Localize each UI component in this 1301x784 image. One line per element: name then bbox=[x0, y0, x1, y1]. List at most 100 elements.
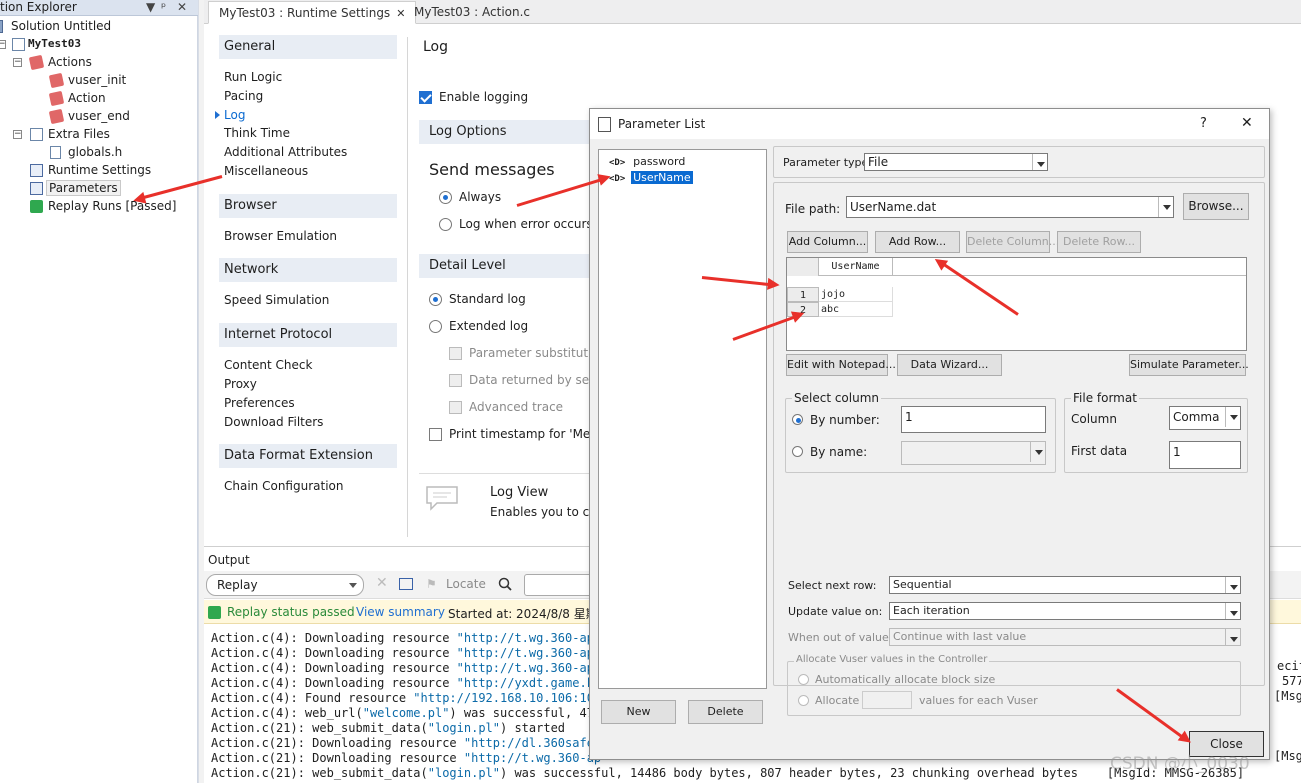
nav-think-time[interactable]: Think Time bbox=[224, 125, 290, 141]
page-title: Log bbox=[423, 39, 449, 55]
print-timestamp-checkbox[interactable] bbox=[429, 428, 442, 441]
delete-button[interactable]: Delete bbox=[688, 700, 763, 724]
check-icon bbox=[30, 200, 43, 213]
divider bbox=[407, 37, 408, 537]
log-string: "welcome.pl" bbox=[362, 706, 450, 720]
extended-log-radio[interactable] bbox=[429, 320, 442, 333]
update-value-select[interactable]: Each iteration bbox=[889, 602, 1241, 620]
dialog-titlebar: Parameter List ? ✕ bbox=[590, 109, 1269, 139]
data-wizard-button[interactable]: Data Wizard... bbox=[897, 354, 1002, 376]
add-column-button[interactable]: Add Column... bbox=[787, 231, 868, 253]
select-next-row-select[interactable]: Sequential bbox=[889, 576, 1241, 594]
nav-download-filters[interactable]: Download Filters bbox=[224, 414, 323, 430]
edit-with-notepad-button[interactable]: Edit with Notepad... bbox=[786, 354, 896, 376]
always-radio[interactable] bbox=[439, 191, 452, 204]
column-delimiter-select[interactable]: Comma bbox=[1169, 406, 1241, 430]
nav-log[interactable]: Log bbox=[214, 107, 245, 123]
by-number-label: By number: bbox=[810, 413, 880, 427]
category-browser: Browser bbox=[219, 194, 397, 218]
collapse-icon[interactable]: − bbox=[0, 40, 6, 49]
log-line: Action.c(4): Downloading resource "http:… bbox=[211, 631, 601, 646]
param-item-username[interactable]: <D> UserName bbox=[609, 169, 693, 185]
auto-allocate-label: Automatically allocate block size bbox=[815, 673, 996, 686]
dropdown-icon[interactable]: ▼ bbox=[146, 0, 155, 14]
send-messages-heading: Send messages bbox=[429, 160, 555, 179]
out-of-values-select[interactable]: Continue with last value bbox=[889, 628, 1241, 646]
nav-proxy[interactable]: Proxy bbox=[224, 376, 257, 392]
chevron-down-icon bbox=[1225, 603, 1240, 619]
log-text: Action.c(4): Downloading resource bbox=[211, 676, 457, 690]
allocate-radio[interactable] bbox=[798, 695, 809, 706]
first-data-label: First data bbox=[1071, 444, 1128, 458]
nav-preferences[interactable]: Preferences bbox=[224, 395, 295, 411]
file-icon bbox=[50, 146, 61, 159]
add-row-button[interactable]: Add Row... bbox=[875, 231, 960, 253]
nav-browser-emulation[interactable]: Browser Emulation bbox=[224, 228, 337, 244]
log-string: "http://192.168.10.106:108 bbox=[413, 691, 602, 705]
nav-additional-attributes[interactable]: Additional Attributes bbox=[224, 144, 347, 160]
collapse-icon[interactable]: − bbox=[13, 58, 22, 67]
grid-row-number: 1 bbox=[787, 287, 819, 302]
by-number-radio[interactable] bbox=[792, 414, 803, 425]
log-when-error-label: Log when error occurs a bbox=[459, 217, 604, 231]
simulate-parameter-button[interactable]: Simulate Parameter... bbox=[1129, 354, 1249, 376]
parameter-list-icon bbox=[598, 117, 611, 132]
param-substitution-checkbox[interactable] bbox=[449, 347, 462, 360]
script-icon bbox=[12, 38, 25, 51]
delete-row-button[interactable]: Delete Row... bbox=[1057, 231, 1141, 253]
tab-runtime-settings[interactable]: MyTest03 : Runtime Settings ✕ bbox=[208, 1, 417, 24]
help-button[interactable]: ? bbox=[1200, 116, 1207, 131]
allocate-label: Allocate bbox=[815, 694, 860, 707]
advanced-trace-checkbox[interactable] bbox=[449, 401, 462, 414]
log-fragment: ecifi bbox=[1277, 659, 1301, 673]
nav-speed-simulation[interactable]: Speed Simulation bbox=[224, 292, 329, 308]
parameters-icon bbox=[30, 182, 43, 195]
allocate-count-input[interactable] bbox=[862, 691, 912, 709]
log-string: "http://yxdt.game.ke bbox=[456, 676, 602, 690]
log-line: Action.c(4): Downloading resource "http:… bbox=[211, 661, 601, 676]
param-item-password[interactable]: <D> password bbox=[609, 153, 685, 169]
enable-logging-checkbox[interactable] bbox=[419, 91, 432, 104]
data-grid: UserName 1 jojo 2 abc bbox=[786, 257, 1247, 351]
grid-column-header[interactable]: UserName bbox=[819, 258, 893, 276]
category-data-format-extension: Data Format Extension bbox=[219, 444, 397, 468]
collapse-icon[interactable]: − bbox=[13, 130, 22, 139]
by-name-select[interactable] bbox=[901, 441, 1046, 465]
by-number-input[interactable]: 1 bbox=[901, 406, 1046, 433]
nav-run-logic[interactable]: Run Logic bbox=[224, 69, 282, 85]
standard-log-label: Standard log bbox=[449, 292, 526, 306]
by-name-radio[interactable] bbox=[792, 446, 803, 457]
log-line: Action.c(21): Downloading resource "http… bbox=[211, 751, 601, 766]
log-string: "http://t.wg.360-api bbox=[456, 631, 602, 645]
nav-pacing[interactable]: Pacing bbox=[224, 88, 263, 104]
nav-miscellaneous[interactable]: Miscellaneous bbox=[224, 163, 308, 179]
pin-icon[interactable]: ᵖ bbox=[161, 0, 166, 14]
data-returned-checkbox[interactable] bbox=[449, 374, 462, 387]
tab-action-c[interactable]: MyTest03 : Action.c bbox=[404, 1, 540, 24]
param-type-select[interactable]: File bbox=[864, 153, 1048, 171]
grid-cell[interactable]: jojo bbox=[819, 287, 893, 302]
nav-content-check[interactable]: Content Check bbox=[224, 357, 312, 373]
auto-allocate-radio[interactable] bbox=[798, 674, 809, 685]
log-when-error-radio[interactable] bbox=[439, 218, 452, 231]
parameter-tree: <D> password <D> UserName bbox=[598, 149, 767, 689]
delete-column-button[interactable]: Delete Column... bbox=[966, 231, 1059, 253]
file-path-input[interactable]: UserName.dat bbox=[846, 196, 1174, 218]
log-line: Action.c(21): web_submit_data("login.pl"… bbox=[211, 766, 1244, 781]
print-timestamp-label: Print timestamp for 'Messa bbox=[449, 427, 611, 441]
browse-button[interactable]: Browse... bbox=[1183, 193, 1249, 220]
log-text: Action.c(21): web_submit_data( bbox=[211, 721, 428, 735]
standard-log-radio[interactable] bbox=[429, 293, 442, 306]
param-type-label: Parameter type: bbox=[783, 156, 873, 169]
first-data-input[interactable]: 1 bbox=[1169, 441, 1241, 469]
new-button[interactable]: New bbox=[601, 700, 676, 724]
dialog-close-icon[interactable]: ✕ bbox=[1241, 115, 1253, 131]
log-view-title: Log View bbox=[490, 485, 549, 500]
close-icon[interactable]: ✕ bbox=[177, 0, 187, 14]
data-returned-label: Data returned by serve bbox=[469, 373, 609, 387]
log-string: "login.pl" bbox=[427, 766, 500, 780]
nav-chain-configuration[interactable]: Chain Configuration bbox=[224, 478, 343, 494]
log-text: Action.c(4): web_url( bbox=[211, 706, 363, 720]
chevron-down-icon bbox=[1225, 629, 1240, 645]
grid-cell[interactable]: abc bbox=[819, 302, 893, 317]
